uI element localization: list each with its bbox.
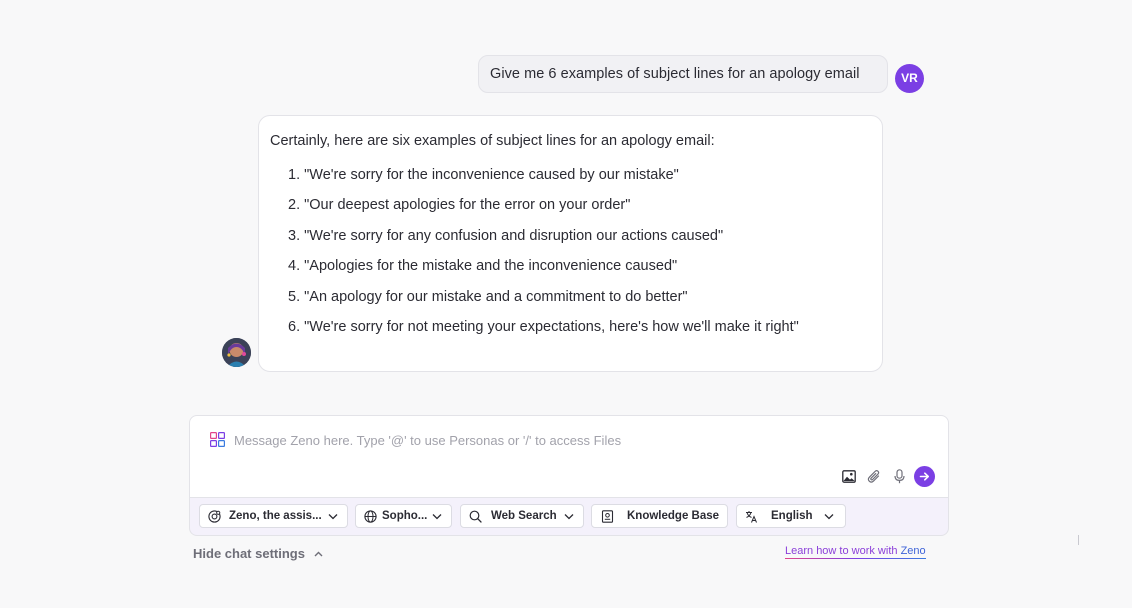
learn-link-brand: Zeno xyxy=(900,545,926,557)
translate-icon xyxy=(746,511,757,523)
attach-file-button[interactable] xyxy=(864,466,884,486)
list-item: 3. "We're sorry for any confusion and di… xyxy=(288,227,724,244)
image-icon xyxy=(842,469,856,483)
learn-link-prefix: Learn how to work with xyxy=(785,545,901,557)
hide-chat-settings-button[interactable]: Hide chat settings xyxy=(193,546,323,561)
list-item: 1. "We're sorry for the inconvenience ca… xyxy=(288,167,679,183)
model-label: Sopho... xyxy=(382,510,428,522)
user-message-bubble: Give me 6 examples of subject lines for … xyxy=(478,55,888,93)
list-item: 4. "Apologies for the mistake and the in… xyxy=(288,258,678,275)
language-label: English xyxy=(771,510,813,522)
image-upload-button[interactable] xyxy=(839,466,859,486)
chat-settings-bar: Zeno, the assis... Sopho... Web Search K… xyxy=(189,498,949,536)
arrow-right-icon xyxy=(919,472,929,481)
voice-input-button[interactable] xyxy=(889,466,909,486)
language-select[interactable]: English xyxy=(736,504,846,528)
send-button[interactable] xyxy=(914,466,935,487)
chevron-down-icon xyxy=(824,514,834,520)
user-avatar: VR xyxy=(895,64,924,93)
scroll-indicator xyxy=(1078,535,1079,545)
book-icon xyxy=(601,510,614,523)
assistant-message-bubble: Certainly, here are six examples of subj… xyxy=(258,115,883,372)
web-search-select[interactable]: Web Search xyxy=(460,504,584,528)
prompt-library-icon[interactable] xyxy=(210,432,225,447)
user-message-text: Give me 6 examples of subject lines for … xyxy=(490,66,860,82)
persona-label: Zeno, the assis... xyxy=(229,510,322,522)
chevron-down-icon xyxy=(328,514,338,520)
subject-line-list: 1. "We're sorry for the inconvenience ca… xyxy=(270,164,871,346)
knowledge-base-label: Knowledge Base xyxy=(627,510,720,522)
assistant-avatar xyxy=(222,338,251,367)
list-item: 2. "Our deepest apologies for the error … xyxy=(288,197,631,214)
chevron-down-icon xyxy=(432,514,442,520)
web-search-label: Web Search xyxy=(491,510,557,522)
microphone-icon xyxy=(893,468,905,483)
list-item: 6. "We're sorry for not meeting your exp… xyxy=(288,318,799,335)
knowledge-base-button[interactable]: Knowledge Base xyxy=(591,504,728,528)
persona-select[interactable]: Zeno, the assis... xyxy=(199,504,348,528)
learn-zeno-link[interactable]: Learn how to work with Zeno xyxy=(785,545,926,559)
chevron-up-icon xyxy=(314,551,323,557)
assistant-message-intro: Certainly, here are six examples of subj… xyxy=(270,133,715,149)
search-icon xyxy=(469,510,482,523)
message-composer xyxy=(189,415,949,498)
model-select[interactable]: Sopho... xyxy=(355,504,452,528)
paperclip-icon xyxy=(867,469,880,483)
persona-icon xyxy=(208,510,221,523)
globe-icon xyxy=(364,510,377,523)
chevron-down-icon xyxy=(564,514,574,520)
hide-chat-settings-label: Hide chat settings xyxy=(193,546,305,561)
list-item: 5. "An apology for our mistake and a com… xyxy=(288,288,688,305)
message-input[interactable] xyxy=(234,430,834,450)
